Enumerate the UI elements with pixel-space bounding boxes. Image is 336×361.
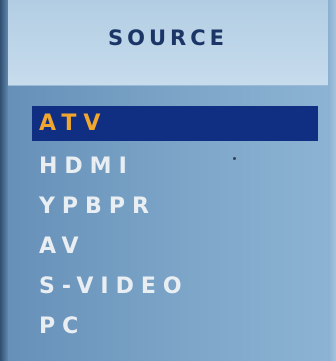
source-item-s-video[interactable]: S-VIDEO [32, 266, 318, 306]
source-item-hdmi[interactable]: HDMI [32, 146, 318, 186]
source-item-label: PC [39, 313, 86, 339]
source-list: ATV HDMI YPBPR AV S-VIDEO PC [32, 106, 318, 346]
source-item-label: YPBPR [39, 193, 156, 219]
panel-right-edge [328, 0, 336, 361]
menu-title: SOURCE [108, 26, 228, 50]
source-menu-panel: SOURCE ATV HDMI YPBPR AV S-VIDEO PC [0, 0, 336, 361]
source-item-label: HDMI [39, 153, 134, 179]
menu-header: SOURCE [8, 0, 328, 86]
source-item-pc[interactable]: PC [32, 306, 318, 346]
source-item-ypbpr[interactable]: YPBPR [32, 186, 318, 226]
panel-left-edge [0, 0, 8, 361]
source-item-atv[interactable]: ATV [32, 106, 318, 141]
screen-speck [233, 157, 236, 160]
source-item-label: S-VIDEO [39, 273, 189, 299]
source-item-label: AV [39, 233, 86, 259]
source-item-label: ATV [39, 111, 108, 136]
source-item-av[interactable]: AV [32, 226, 318, 266]
